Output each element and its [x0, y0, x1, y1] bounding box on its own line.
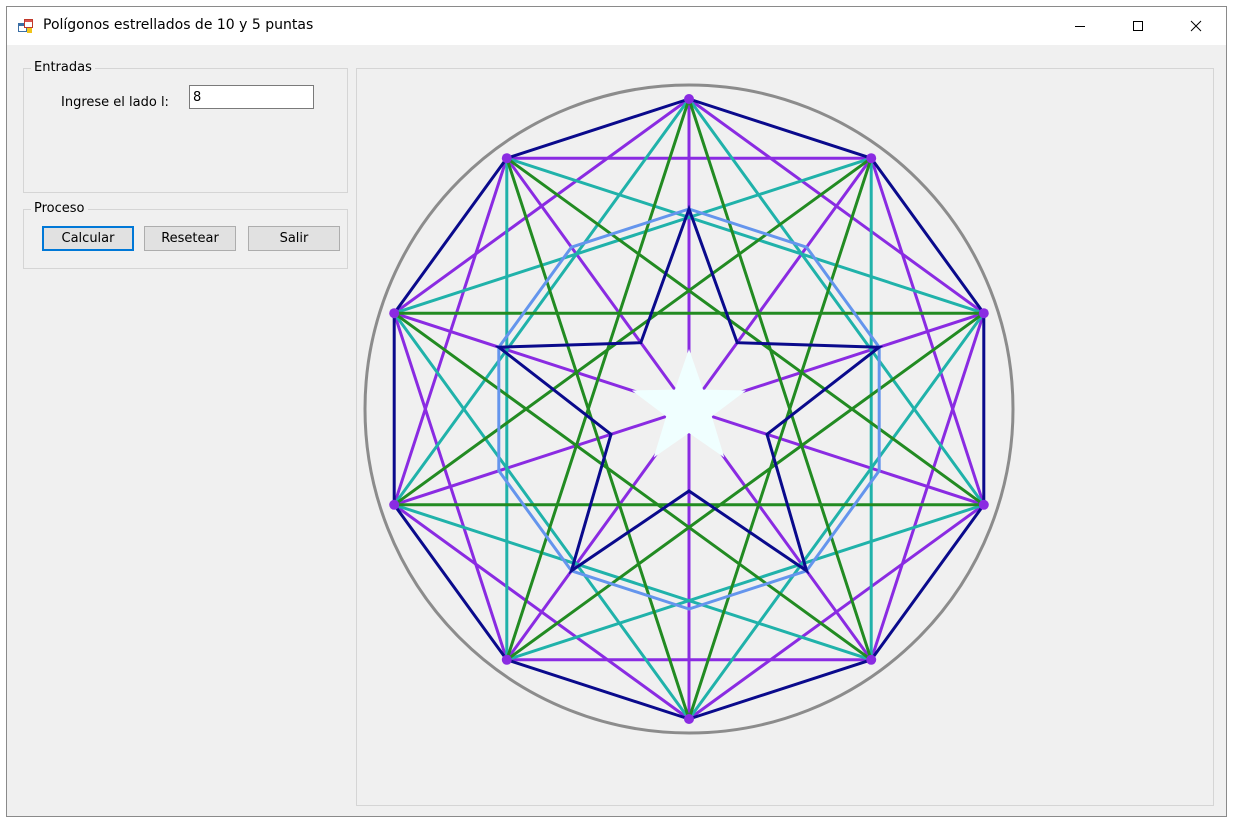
- proceso-legend: Proceso: [31, 201, 88, 216]
- window-title: Polígonos estrellados de 10 y 5 puntas: [43, 17, 314, 33]
- decagon-edge: [392, 156, 509, 315]
- decagon-edge: [505, 658, 691, 721]
- entradas-legend: Entradas: [31, 60, 95, 75]
- entradas-groupbox: Entradas Ingrese el lado l:: [23, 60, 348, 193]
- app-icon: [18, 18, 34, 34]
- decagon-edge: [687, 658, 873, 721]
- vertex-marker: [978, 308, 989, 319]
- vertex-marker: [501, 654, 512, 665]
- vertex-marker: [389, 308, 400, 319]
- star-10-4-edge: [687, 97, 873, 662]
- calcular-button[interactable]: Calcular: [42, 226, 134, 251]
- inner-decagon-edge: [569, 569, 691, 611]
- minimize-button[interactable]: [1051, 7, 1109, 45]
- inner-decagon-edge: [569, 207, 691, 249]
- star-10-3-edge: [392, 311, 691, 721]
- minimize-icon: [1075, 26, 1085, 27]
- decagon-edge: [869, 503, 986, 662]
- maximize-icon: [1133, 21, 1143, 31]
- vertex-marker: [978, 499, 989, 510]
- decagon-edge: [505, 97, 691, 160]
- inner-decagon-edge: [687, 207, 809, 249]
- title-bar[interactable]: Polígonos estrellados de 10 y 5 puntas: [7, 7, 1226, 45]
- inner-decagon-edge: [805, 245, 881, 349]
- vertex-marker: [684, 94, 694, 104]
- star-10-4-edge: [505, 156, 986, 507]
- vertex-marker: [684, 714, 694, 724]
- vertex-marker: [389, 499, 400, 510]
- maximize-button[interactable]: [1109, 7, 1167, 45]
- lado-input[interactable]: [189, 85, 314, 109]
- inner-decagon-edge: [497, 469, 573, 573]
- star-polygon-drawing: [363, 83, 1015, 735]
- star-10-3-edge: [392, 156, 873, 315]
- vertex-marker: [501, 153, 512, 164]
- inner-decagon-edge: [687, 569, 809, 611]
- vertex-marker: [866, 654, 877, 665]
- star-10-4-edge: [505, 311, 986, 662]
- star-10-4-edge: [392, 311, 873, 662]
- proceso-groupbox: Proceso Calcular Resetear Salir: [23, 201, 348, 269]
- close-button[interactable]: [1167, 7, 1225, 45]
- decagon-edge: [392, 503, 509, 662]
- decagon-edge: [869, 156, 986, 315]
- inner-decagon-edge: [805, 469, 881, 573]
- star-10-3-edge: [687, 311, 986, 721]
- salir-button[interactable]: Salir: [248, 226, 340, 251]
- inner-decagon-edge: [497, 245, 573, 349]
- vertex-marker: [866, 153, 877, 164]
- main-window: Polígonos estrellados de 10 y 5 puntas E…: [6, 6, 1227, 817]
- star-10-3-edge: [505, 156, 986, 315]
- star-10-4-edge: [505, 97, 691, 662]
- lado-label: Ingrese el lado l:: [61, 95, 169, 110]
- drawing-canvas: [356, 68, 1214, 806]
- close-icon: [1190, 20, 1202, 32]
- star-10-3-edge: [392, 97, 691, 507]
- star-10-4-edge: [392, 156, 873, 507]
- resetear-button[interactable]: Resetear: [144, 226, 236, 251]
- decagon-edge: [687, 97, 873, 160]
- star-10-3-edge: [687, 97, 986, 507]
